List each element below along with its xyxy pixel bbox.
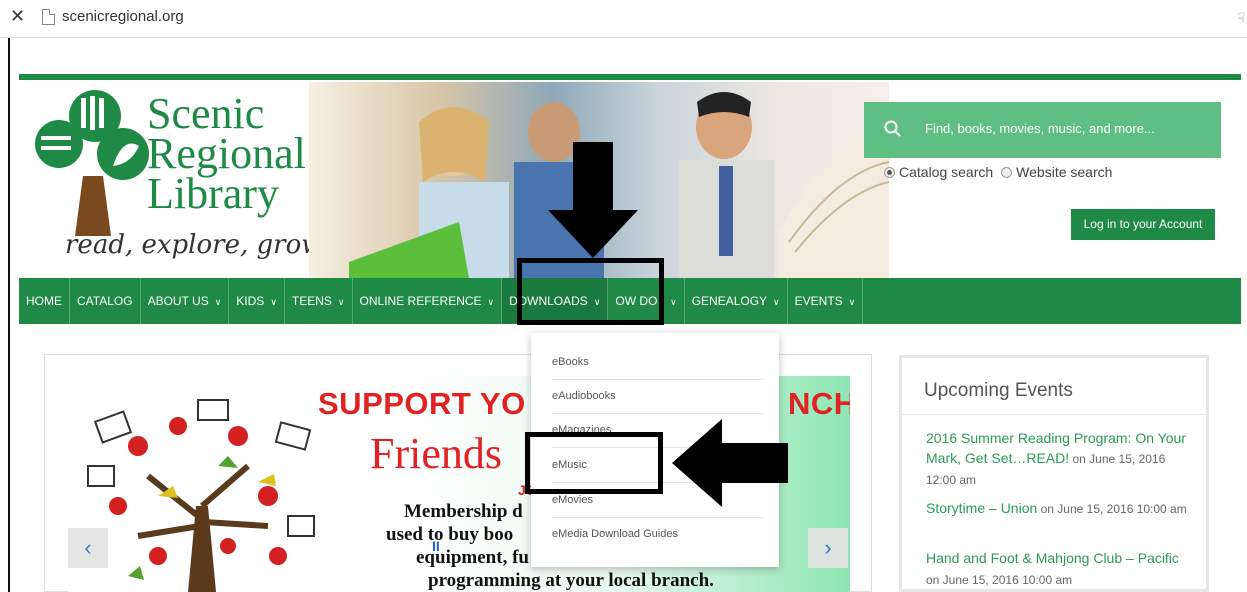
nav-label: EVENTS [794, 294, 843, 308]
emusic-highlight-box [525, 432, 663, 494]
downloads-highlight-box [517, 258, 664, 325]
slider-next-button[interactable]: › [808, 528, 848, 568]
browser-toolbar: ✕ scenicregional.org ☟ [0, 0, 1247, 38]
nav-item-kids[interactable]: KIDS ∨ [229, 278, 285, 324]
chevron-down-icon: ∨ [487, 297, 495, 307]
event-date: on June 15, 2016 10:00 am [926, 573, 1073, 587]
promo-headline-end: NCH [788, 386, 850, 421]
close-icon[interactable]: ✕ [10, 6, 25, 27]
promo-friends-title: Friends [370, 429, 502, 478]
slider-pause-icon[interactable]: II [432, 538, 440, 554]
nav-label: ONLINE REFERENCE [359, 294, 482, 308]
library-tree-logo-icon[interactable] [27, 86, 157, 236]
radio-unchecked-icon [1001, 167, 1013, 178]
menu-divider [552, 379, 764, 380]
nav-item-online-reference[interactable]: ONLINE REFERENCE ∨ [353, 278, 503, 324]
radio-checked-icon [884, 167, 895, 178]
library-name-line3: Library [147, 169, 279, 218]
chevron-down-icon: ∨ [670, 297, 677, 307]
promo-headline: SUPPORT YO [318, 386, 526, 422]
chevron-down-icon: ∨ [848, 297, 856, 307]
nav-item-about-us[interactable]: ABOUT US ∨ [141, 278, 230, 324]
nav-label: TEENS [291, 294, 332, 308]
page-icon [42, 9, 55, 25]
event-link[interactable]: Hand and Foot & Mahjong Club – Pacific [926, 550, 1179, 566]
catalog-search-label: Catalog search [899, 164, 994, 180]
nav-item-genealogy[interactable]: GENEALOGY ∨ [685, 278, 788, 324]
library-tagline: read, explore, grow [65, 230, 324, 260]
chevron-down-icon: ∨ [270, 297, 277, 307]
menu-divider [552, 517, 764, 518]
nav-item-catalog[interactable]: CATALOG [70, 278, 141, 324]
nav-item-teens[interactable]: TEENS ∨ [285, 278, 353, 324]
arrow-left-icon [672, 419, 788, 507]
nav-label: GENEALOGY [691, 294, 768, 308]
website-search-label: Website search [1016, 164, 1113, 180]
event-link[interactable]: Storytime – Union [926, 500, 1037, 516]
event-date: on June 15, 2016 10:00 am [1037, 502, 1187, 516]
nav-label: CATALOG [77, 294, 133, 308]
nav-label: ABOUT US [147, 294, 209, 308]
arrow-down-icon [548, 142, 638, 258]
event-item: 2016 Summer Reading Program: On Your Mar… [926, 428, 1191, 490]
divider [902, 414, 1206, 415]
menu-item-eaudiobooks[interactable]: eAudiobooks [552, 390, 616, 402]
window-border [8, 38, 10, 592]
search-placeholder[interactable]: Find, books, movies, music, and more... [925, 121, 1155, 136]
search-icon[interactable] [884, 120, 902, 138]
chevron-down-icon: ∨ [337, 297, 345, 307]
cursor-icon: ☟ [1237, 10, 1245, 25]
events-title: Upcoming Events [924, 380, 1073, 401]
login-button[interactable]: Log in to your Account [1071, 209, 1215, 240]
event-item: Storytime – Union on June 15, 2016 10:00… [926, 498, 1191, 519]
catalog-search-radio[interactable]: Catalog search [884, 164, 993, 180]
library-name-line1: Scenic [147, 89, 265, 138]
menu-divider [552, 413, 764, 414]
slider-prev-button[interactable]: ‹ [68, 528, 108, 568]
nav-item-home[interactable]: HOME [19, 278, 70, 324]
menu-item-ebooks[interactable]: eBooks [552, 356, 589, 368]
library-name[interactable]: Scenic Regional Library [147, 89, 306, 218]
upcoming-events-panel: Upcoming Events 2016 Summer Reading Prog… [899, 355, 1209, 592]
menu-item-emedia-download-guides[interactable]: eMedia Download Guides [552, 528, 678, 540]
menu-item-emovies[interactable]: eMovies [552, 494, 593, 506]
search-type-options: Catalog search Website search [884, 164, 1112, 180]
address-bar[interactable]: scenicregional.org [62, 8, 184, 25]
nav-label: HOME [26, 294, 62, 308]
promo-headline-start: SUPPORT YO [318, 386, 526, 421]
event-item: Hand and Foot & Mahjong Club – Pacific o… [926, 548, 1191, 590]
library-name-line2: Regional [147, 129, 306, 178]
book-tree-illustration-icon [87, 399, 315, 592]
chevron-down-icon: ∨ [773, 297, 780, 307]
website-search-radio[interactable]: Website search [1001, 164, 1112, 180]
search-box[interactable]: Find, books, movies, music, and more... [864, 102, 1221, 158]
promo-line: programming at your local branch. [428, 570, 714, 591]
nav-label: KIDS [236, 294, 265, 308]
chevron-down-icon: ∨ [214, 297, 222, 307]
nav-item-events[interactable]: EVENTS ∨ [788, 278, 864, 324]
